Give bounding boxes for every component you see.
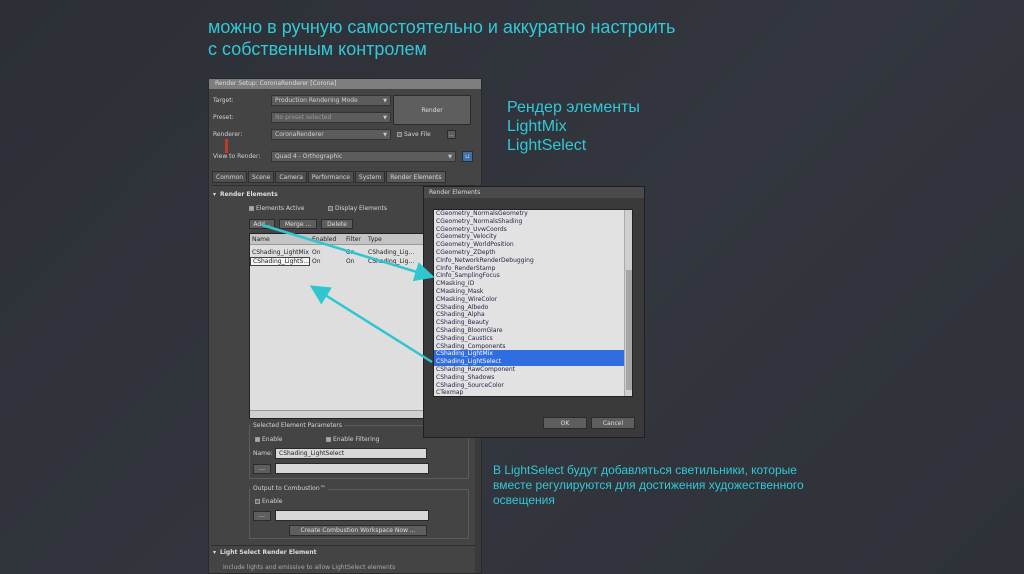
annotation-arrows (261, 223, 435, 364)
arrow-list-to-table (309, 285, 433, 364)
arrow-add-to-list (261, 223, 435, 282)
